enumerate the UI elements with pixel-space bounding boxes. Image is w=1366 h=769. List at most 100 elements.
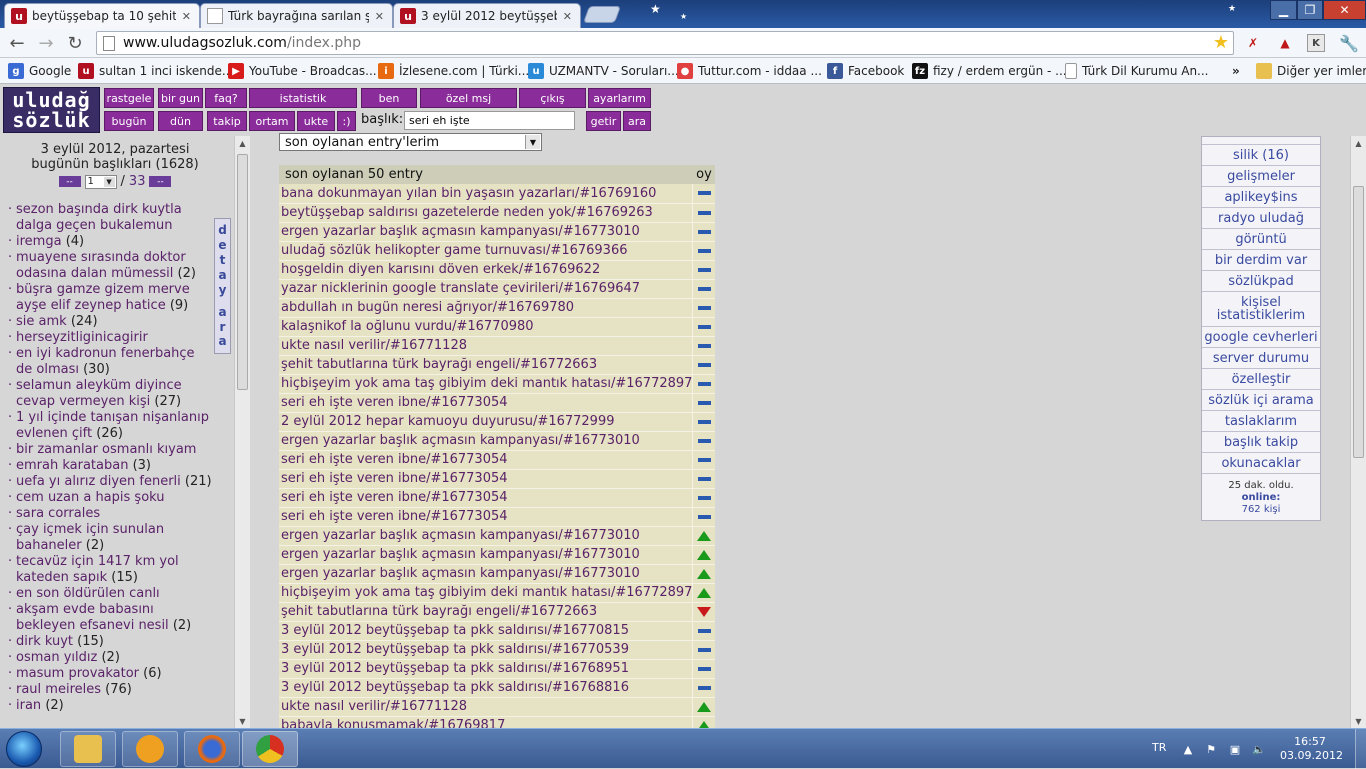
- taskbar-explorer[interactable]: [60, 731, 116, 767]
- entry-link[interactable]: ergen yazarlar başlık açmasın kampanyası…: [279, 564, 693, 584]
- entry-link[interactable]: şehit tabutlarına türk bayrağı engeli/#1…: [279, 602, 693, 622]
- volume-icon[interactable]: 🔈: [1252, 742, 1266, 756]
- entry-link[interactable]: hoşgeldin diyen karısını döven erkek/#16…: [279, 260, 693, 280]
- start-button[interactable]: [6, 731, 42, 767]
- right-link[interactable]: gelişmeler: [1202, 166, 1320, 187]
- menu-rastgele[interactable]: rastgele: [104, 88, 154, 108]
- entry-link[interactable]: uludağ sözlük helikopter game turnuvası/…: [279, 241, 693, 261]
- topic-item[interactable]: iremga (4): [8, 234, 213, 250]
- bookmark-izlesene[interactable]: i İzlesene.com | Türki...: [378, 62, 529, 80]
- ara-button[interactable]: ara: [623, 111, 651, 131]
- prev-page-button[interactable]: --: [58, 176, 81, 187]
- right-link[interactable]: görüntü: [1202, 229, 1320, 250]
- right-link[interactable]: başlık takip: [1202, 432, 1320, 453]
- baslik-search-input[interactable]: [404, 111, 575, 130]
- topic-item[interactable]: masum provakator (6): [8, 666, 213, 682]
- bookmark-fizy[interactable]: fz fizy / erdem ergün - ...: [912, 62, 1067, 80]
- extension-icon[interactable]: K: [1307, 34, 1325, 52]
- scroll-thumb[interactable]: [237, 154, 248, 390]
- menu-dun[interactable]: dün: [158, 111, 203, 131]
- entry-link[interactable]: ukte nasıl verilir/#16771128: [279, 697, 693, 717]
- entry-link[interactable]: ukte nasıl verilir/#16771128: [279, 336, 693, 356]
- right-link[interactable]: aplikey$ins: [1202, 187, 1320, 208]
- menu-ukte[interactable]: ukte: [297, 111, 335, 131]
- extension-icon[interactable]: ✗: [1244, 34, 1262, 52]
- menu-bugun[interactable]: bugün: [104, 111, 154, 131]
- topic-item[interactable]: sie amk (24): [8, 314, 213, 330]
- entry-link[interactable]: beytüşşebap saldırısı gazetelerde neden …: [279, 203, 693, 223]
- menu-ben[interactable]: ben: [361, 88, 417, 108]
- menu-ozel-msj[interactable]: özel msj: [420, 88, 517, 108]
- bookmarks-more[interactable]: »: [1232, 62, 1240, 80]
- browser-tab-1[interactable]: u beytüşşebap ta 10 şehit old ✕: [4, 3, 200, 28]
- scroll-down-icon[interactable]: ▼: [1351, 714, 1366, 728]
- detay-ara-tab[interactable]: d e t a y a r a: [214, 218, 231, 354]
- right-link[interactable]: taslaklarım: [1202, 411, 1320, 432]
- entry-link[interactable]: şehit tabutlarına türk bayrağı engeli/#1…: [279, 355, 693, 375]
- entry-link[interactable]: ergen yazarlar başlık açmasın kampanyası…: [279, 545, 693, 565]
- network-icon[interactable]: ▣: [1228, 742, 1242, 756]
- entry-link[interactable]: hiçbişeyim yok ama taş gibiyim deki mant…: [279, 583, 693, 603]
- entry-link[interactable]: 3 eylül 2012 beytüşşebap ta pkk saldırıs…: [279, 659, 693, 679]
- menu-bir-gun[interactable]: bir gun: [158, 88, 203, 108]
- right-link[interactable]: server durumu: [1202, 348, 1320, 369]
- bookmark-star-icon[interactable]: ★: [1213, 32, 1229, 53]
- entry-link[interactable]: ergen yazarlar başlık açmasın kampanyası…: [279, 222, 693, 242]
- right-link[interactable]: kişisel istatistiklerim: [1202, 292, 1320, 327]
- maximize-button[interactable]: ❐: [1297, 0, 1323, 20]
- wrench-icon[interactable]: 🔧: [1339, 34, 1359, 53]
- topic-item[interactable]: emrah karataban (3): [8, 458, 213, 474]
- getir-button[interactable]: getir: [586, 111, 621, 131]
- entry-link[interactable]: 3 eylül 2012 beytüşşebap ta pkk saldırıs…: [279, 621, 693, 641]
- entry-link[interactable]: yazar nicklerinin google translate çevir…: [279, 279, 693, 299]
- topic-item[interactable]: çay içmek için sunulan bahaneler (2): [8, 522, 213, 554]
- topic-item[interactable]: muayene sırasında doktor odasına dalan m…: [8, 250, 213, 282]
- reload-icon[interactable]: ↻: [64, 33, 86, 54]
- extension-icon[interactable]: ▲: [1276, 34, 1294, 52]
- entry-link[interactable]: ergen yazarlar başlık açmasın kampanyası…: [279, 526, 693, 546]
- entry-link[interactable]: seri eh işte veren ibne/#16773054: [279, 450, 693, 470]
- bookmark-google[interactable]: g Google: [8, 62, 71, 80]
- topic-item[interactable]: raul meireles (76): [8, 682, 213, 698]
- site-logo[interactable]: uludağ sözlük: [3, 87, 100, 133]
- right-link[interactable]: google cevherleri: [1202, 327, 1320, 348]
- right-link[interactable]: bir derdim var: [1202, 250, 1320, 271]
- language-indicator[interactable]: TR: [1152, 741, 1166, 754]
- entry-link[interactable]: 3 eylül 2012 beytüşşebap ta pkk saldırıs…: [279, 678, 693, 698]
- right-link[interactable]: sözlük içi arama: [1202, 390, 1320, 411]
- chevron-up-icon[interactable]: ▲: [1181, 742, 1195, 756]
- entry-link[interactable]: babayla konuşmamak/#16769817: [279, 716, 693, 728]
- topic-item[interactable]: osman yıldız (2): [8, 650, 213, 666]
- bookmark-youtube[interactable]: ▶ YouTube - Broadcas...: [228, 62, 377, 80]
- taskbar-clock[interactable]: 16:57 03.09.2012: [1280, 735, 1343, 763]
- taskbar-media-player[interactable]: [122, 731, 178, 767]
- entry-link[interactable]: hiçbişeyim yok ama taş gibiyim deki mant…: [279, 374, 693, 394]
- scroll-down-icon[interactable]: ▼: [235, 714, 250, 728]
- menu-cikis[interactable]: çıkış: [519, 88, 586, 108]
- bookmark-uludag[interactable]: u sultan 1 inci iskende...: [78, 62, 233, 80]
- entry-link[interactable]: ergen yazarlar başlık açmasın kampanyası…: [279, 431, 693, 451]
- menu-takip[interactable]: takip: [207, 111, 247, 131]
- topic-item[interactable]: bir zamanlar osmanlı kıyam: [8, 442, 213, 458]
- close-icon[interactable]: ✕: [375, 10, 384, 23]
- minimize-button[interactable]: ▁: [1270, 0, 1297, 20]
- topic-item[interactable]: en son öldürülen canlı: [8, 586, 213, 602]
- bookmark-tdk[interactable]: Türk Dil Kurumu An...: [1065, 62, 1209, 80]
- right-scrollbar[interactable]: ▲ ▼: [1350, 136, 1366, 728]
- right-link[interactable]: okunacaklar: [1202, 453, 1320, 474]
- topic-item[interactable]: sezon başında dirk kuytla dalga geçen bu…: [8, 202, 213, 234]
- entry-link[interactable]: seri eh işte veren ibne/#16773054: [279, 393, 693, 413]
- right-link[interactable]: silik (16): [1202, 145, 1320, 166]
- entry-link[interactable]: seri eh işte veren ibne/#16773054: [279, 469, 693, 489]
- window-close-button[interactable]: ✕: [1323, 0, 1366, 20]
- forward-icon[interactable]: →: [35, 33, 57, 54]
- topic-item[interactable]: uefa yı alırız diyen fenerli (21): [8, 474, 213, 490]
- topic-item[interactable]: tecavüz için 1417 km yol kateden sapık (…: [8, 554, 213, 586]
- topic-item[interactable]: 1 yıl içinde tanışan nişanlanıp evlenen …: [8, 410, 213, 442]
- entry-link[interactable]: 2 eylül 2012 hepar kamuoyu duyurusu/#167…: [279, 412, 693, 432]
- other-bookmarks[interactable]: Diğer yer imleri: [1256, 62, 1366, 80]
- right-link[interactable]: özelleştir: [1202, 369, 1320, 390]
- scroll-up-icon[interactable]: ▲: [1351, 136, 1366, 150]
- close-icon[interactable]: ✕: [182, 10, 191, 23]
- bookmark-tuttur[interactable]: ● Tuttur.com - iddaa ...: [677, 62, 822, 80]
